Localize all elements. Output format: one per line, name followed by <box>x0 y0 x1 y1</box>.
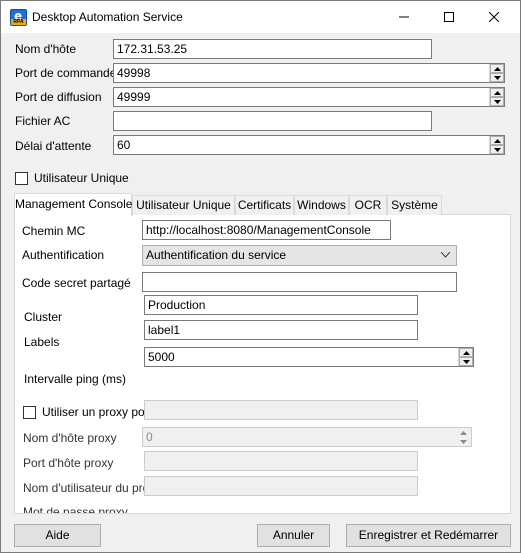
spin-up-button[interactable] <box>490 136 504 145</box>
proxy-for-input[interactable] <box>144 400 418 420</box>
arrow-up-icon <box>460 431 467 435</box>
management-console-panel: Chemin MC http://localhost:8080/Manageme… <box>14 214 511 514</box>
command-port-arrows <box>489 64 504 82</box>
proxy-host-arrows <box>456 428 471 446</box>
arrow-down-icon <box>494 100 501 104</box>
spin-down-button[interactable] <box>490 97 504 106</box>
ping-interval-arrows <box>458 348 473 366</box>
ca-file-label: Fichier AC <box>15 114 71 128</box>
proxy-user-input[interactable] <box>144 476 418 496</box>
minimize-button[interactable] <box>381 1 427 33</box>
arrow-up-icon <box>463 351 470 355</box>
mc-path-input[interactable]: http://localhost:8080/ManagementConsole <box>142 220 391 240</box>
labels-label: Labels <box>24 335 60 349</box>
tab-single-user[interactable]: Utilisateur Unique <box>132 195 235 215</box>
command-port-label: Port de commande <box>15 66 117 80</box>
arrow-up-icon <box>494 139 501 143</box>
maximize-icon <box>444 12 454 22</box>
proxy-host-stepper[interactable]: 0 <box>142 427 472 447</box>
ping-interval-stepper[interactable]: 5000 <box>144 347 474 367</box>
timeout-label: Délai d'attente <box>15 139 92 153</box>
ping-interval-label: Intervalle ping (ms) <box>24 372 127 386</box>
close-icon <box>489 12 499 22</box>
arrow-down-icon <box>494 76 501 80</box>
spin-up-button[interactable] <box>490 64 504 73</box>
arrow-up-icon <box>494 91 501 95</box>
spin-up-button[interactable] <box>459 348 473 357</box>
desktop-automation-app-icon: e RPA <box>10 9 27 26</box>
single-user-label: Utilisateur Unique <box>34 171 129 185</box>
single-user-checkbox[interactable] <box>15 172 28 185</box>
save-restart-button[interactable]: Enregistrer et Redémarrer <box>346 524 511 547</box>
timeout-stepper[interactable]: 60 <box>113 135 505 155</box>
timeout-value: 60 <box>117 138 131 152</box>
tab-certificates[interactable]: Certificats <box>235 195 294 215</box>
spin-down-button[interactable] <box>459 357 473 366</box>
auth-label: Authentification <box>22 248 105 262</box>
shared-secret-label: Code secret partagé <box>22 276 131 290</box>
command-port-stepper[interactable]: 49998 <box>113 63 505 83</box>
arrow-down-icon <box>463 360 470 364</box>
chevron-down-icon <box>441 252 450 258</box>
cluster-label: Cluster <box>24 310 63 324</box>
minimize-icon <box>399 16 409 18</box>
hostname-label: Nom d'hôte <box>15 42 76 56</box>
tab-windows[interactable]: Windows <box>294 195 349 215</box>
ping-interval-value: 5000 <box>148 350 175 364</box>
cluster-input[interactable]: Production <box>144 295 418 315</box>
broadcast-port-value: 49999 <box>117 90 151 104</box>
proxy-user-label: Nom d'utilisateur du proxy <box>23 481 162 495</box>
shared-secret-input[interactable] <box>142 272 457 292</box>
help-button[interactable]: Aide <box>14 524 101 547</box>
proxy-host-value: 0 <box>146 430 153 444</box>
broadcast-port-arrows <box>489 88 504 106</box>
tab-system[interactable]: Système <box>387 195 442 215</box>
proxy-password-label: Mot de passe proxy <box>23 505 128 514</box>
spin-up-button[interactable] <box>456 428 470 437</box>
auth-select[interactable]: Authentification du service <box>142 245 457 266</box>
title-bar: e RPA Desktop Automation Service <box>1 1 520 33</box>
tab-management-console[interactable]: Management Console <box>14 193 132 216</box>
spin-down-button[interactable] <box>456 437 470 446</box>
spin-up-button[interactable] <box>490 88 504 97</box>
arrow-up-icon <box>494 67 501 71</box>
tab-ocr[interactable]: OCR <box>349 195 387 215</box>
window-title: Desktop Automation Service <box>32 10 183 24</box>
command-port-value: 49998 <box>117 66 151 80</box>
spin-down-button[interactable] <box>490 73 504 82</box>
service-config-window: e RPA Desktop Automation Service Nom d'hô… <box>0 0 521 553</box>
proxy-port-label: Port d'hôte proxy <box>23 456 114 470</box>
close-button[interactable] <box>471 1 517 33</box>
broadcast-port-stepper[interactable]: 49999 <box>113 87 505 107</box>
maximize-button[interactable] <box>426 1 472 33</box>
cancel-button[interactable]: Annuler <box>257 524 330 547</box>
timeout-arrows <box>489 136 504 154</box>
proxy-host-label: Nom d'hôte proxy <box>23 431 117 445</box>
spin-down-button[interactable] <box>490 145 504 154</box>
broadcast-port-label: Port de diffusion <box>15 90 102 104</box>
proxy-port-input[interactable] <box>144 451 418 471</box>
auth-select-value: Authentification du service <box>146 248 287 262</box>
arrow-down-icon <box>494 148 501 152</box>
use-proxy-label: Utiliser un proxy pour <box>42 405 156 419</box>
arrow-down-icon <box>460 440 467 444</box>
mc-path-label: Chemin MC <box>22 224 86 238</box>
hostname-input[interactable]: 172.31.53.25 <box>113 39 432 59</box>
use-proxy-checkbox[interactable] <box>23 406 36 419</box>
ca-file-input[interactable] <box>113 111 432 131</box>
labels-input[interactable]: label1 <box>144 320 418 340</box>
